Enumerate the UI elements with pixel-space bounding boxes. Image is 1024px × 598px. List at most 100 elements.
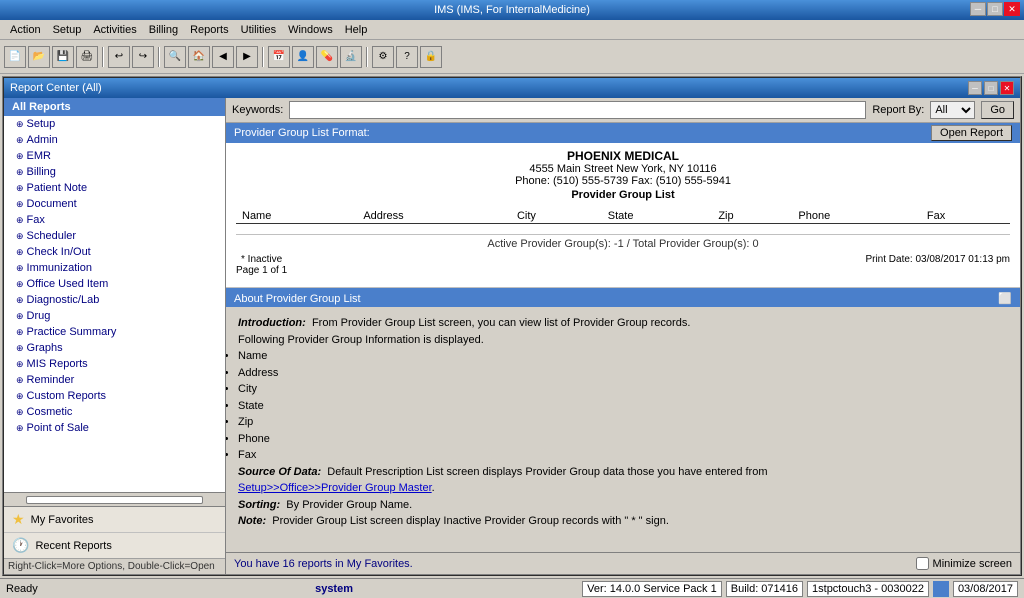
provider-format-bar: Provider Group List Format: Open Report [226, 123, 1020, 143]
sidebar-item-document[interactable]: ⊕Document [4, 196, 225, 212]
find-btn[interactable]: 🔍 [164, 46, 186, 68]
sidebar-header: All Reports [4, 98, 225, 116]
sidebar-item-scheduler[interactable]: ⊕Scheduler [4, 228, 225, 244]
expand-icon: ⊕ [16, 343, 24, 354]
field-name: Name [238, 348, 1008, 365]
expand-icon: ⊕ [16, 247, 24, 258]
lock-btn[interactable]: 🔒 [420, 46, 442, 68]
print-date: Print Date: 03/08/2017 01:13 pm [865, 254, 1010, 276]
sidebar-hint: Right-Click=More Options, Double-Click=O… [4, 558, 225, 574]
my-favorites-item[interactable]: ★ My Favorites [4, 507, 225, 532]
status-icon [933, 581, 949, 597]
menu-windows[interactable]: Windows [282, 22, 339, 38]
report-by-select[interactable]: All [930, 101, 975, 119]
close-btn[interactable]: ✕ [1004, 2, 1020, 16]
back-btn[interactable]: ◀ [212, 46, 234, 68]
report-subtitle: Provider Group List [236, 189, 1010, 201]
rx-btn[interactable]: 💊 [316, 46, 338, 68]
sidebar-item-point-of-sale[interactable]: ⊕Point of Sale [4, 420, 225, 436]
about-following: Following Provider Group Information is … [238, 332, 1008, 349]
sorting-text: By Provider Group Name. [286, 499, 412, 511]
favorites-message: You have 16 reports in My Favorites. [226, 556, 421, 572]
expand-icon: ⊕ [16, 407, 24, 418]
minimize-screen[interactable]: Minimize screen [916, 557, 1020, 570]
menu-reports[interactable]: Reports [184, 22, 235, 38]
home-btn[interactable]: 🏠 [188, 46, 210, 68]
sidebar-item-fax[interactable]: ⊕Fax [4, 212, 225, 228]
menu-activities[interactable]: Activities [87, 22, 142, 38]
sidebar-item-billing[interactable]: ⊕Billing [4, 164, 225, 180]
menu-action[interactable]: Action [4, 22, 47, 38]
status-ready: Ready [6, 583, 86, 595]
new-btn[interactable]: 📄 [4, 46, 26, 68]
active-line: Active Provider Group(s): -1 / Total Pro… [236, 234, 1010, 250]
sidebar-bottom: ★ My Favorites 🕐 Recent Reports Right-Cl… [4, 506, 225, 574]
settings-btn[interactable]: ⚙ [372, 46, 394, 68]
menu-setup[interactable]: Setup [47, 22, 88, 38]
sidebar-item-patient-note[interactable]: ⊕Patient Note [4, 180, 225, 196]
lab-btn[interactable]: 🔬 [340, 46, 362, 68]
undo-btn[interactable]: ↩ [108, 46, 130, 68]
menu-help[interactable]: Help [339, 22, 374, 38]
expand-icon: ⊕ [16, 423, 24, 434]
source-link[interactable]: Setup>>Office>>Provider Group Master [238, 482, 432, 494]
expand-icon: ⊕ [16, 391, 24, 402]
sidebar-item-drug[interactable]: ⊕Drug [4, 308, 225, 324]
sidebar-item-office-used[interactable]: ⊕Office Used Item [4, 276, 225, 292]
field-state: State [238, 398, 1008, 415]
report-company: PHOENIX MEDICAL [236, 149, 1010, 163]
sep3 [262, 47, 264, 67]
keywords-bar: Keywords: Report By: All Go [226, 98, 1020, 123]
print-btn[interactable]: 🖨 [76, 46, 98, 68]
restore-btn[interactable]: □ [987, 2, 1003, 16]
minimize-checkbox[interactable] [916, 557, 929, 570]
fwd-btn[interactable]: ▶ [236, 46, 258, 68]
sidebar-scrollbar[interactable] [26, 496, 203, 504]
menu-billing[interactable]: Billing [143, 22, 184, 38]
patient-btn[interactable]: 👤 [292, 46, 314, 68]
status-date: 03/08/2017 [953, 581, 1018, 597]
go-button[interactable]: Go [981, 101, 1014, 119]
about-fields-list: Name Address City State Zip Phone Fax [238, 348, 1008, 464]
rc-restore-btn[interactable]: □ [984, 81, 998, 95]
save-btn[interactable]: 💾 [52, 46, 74, 68]
keywords-input[interactable] [289, 101, 866, 119]
sidebar-item-graphs[interactable]: ⊕Graphs [4, 340, 225, 356]
minimize-label: Minimize screen [933, 558, 1012, 570]
about-section: About Provider Group List ⬜ Introduction… [226, 288, 1020, 552]
sidebar-item-reminder[interactable]: ⊕Reminder [4, 372, 225, 388]
provider-format-label: Provider Group List Format: [234, 127, 370, 139]
open-report-button[interactable]: Open Report [931, 125, 1012, 141]
expand-icon[interactable]: ⬜ [998, 292, 1012, 305]
menu-utilities[interactable]: Utilities [235, 22, 282, 38]
sidebar-item-cosmetic[interactable]: ⊕Cosmetic [4, 404, 225, 420]
rc-close-btn[interactable]: ✕ [1000, 81, 1014, 95]
sidebar-item-custom-reports[interactable]: ⊕Custom Reports [4, 388, 225, 404]
status-version: Ver: 14.0.0 Service Pack 1 [582, 581, 722, 597]
expand-icon: ⊕ [16, 359, 24, 370]
intro-text: From Provider Group List screen, you can… [312, 317, 690, 329]
redo-btn[interactable]: ↪ [132, 46, 154, 68]
sidebar-item-practice-summary[interactable]: ⊕Practice Summary [4, 324, 225, 340]
keywords-label: Keywords: [232, 104, 283, 116]
sidebar-item-diagnostic[interactable]: ⊕Diagnostic/Lab [4, 292, 225, 308]
sidebar-item-checkinout[interactable]: ⊕Check In/Out [4, 244, 225, 260]
rc-minimize-btn[interactable]: ─ [968, 81, 982, 95]
sidebar-scrollbar-area [4, 492, 225, 506]
app-title: IMS (IMS, For InternalMedicine) [434, 4, 590, 16]
sidebar-item-setup[interactable]: ⊕Setup [4, 116, 225, 132]
recent-reports-item[interactable]: 🕐 Recent Reports [4, 532, 225, 558]
status-server: 1stpctouch3 - 0030022 [807, 581, 929, 597]
calendar-btn[interactable]: 📅 [268, 46, 290, 68]
sidebar-item-admin[interactable]: ⊕Admin [4, 132, 225, 148]
expand-icon: ⊕ [16, 199, 24, 210]
clock-icon: 🕐 [12, 537, 29, 554]
sidebar-item-immunization[interactable]: ⊕Immunization [4, 260, 225, 276]
sidebar-item-emr[interactable]: ⊕EMR [4, 148, 225, 164]
status-build: Build: 071416 [726, 581, 803, 597]
open-btn[interactable]: 📂 [28, 46, 50, 68]
sidebar-item-mis-reports[interactable]: ⊕MIS Reports [4, 356, 225, 372]
minimize-btn[interactable]: ─ [970, 2, 986, 16]
help-btn[interactable]: ? [396, 46, 418, 68]
title-bar: IMS (IMS, For InternalMedicine) ─ □ ✕ [0, 0, 1024, 20]
